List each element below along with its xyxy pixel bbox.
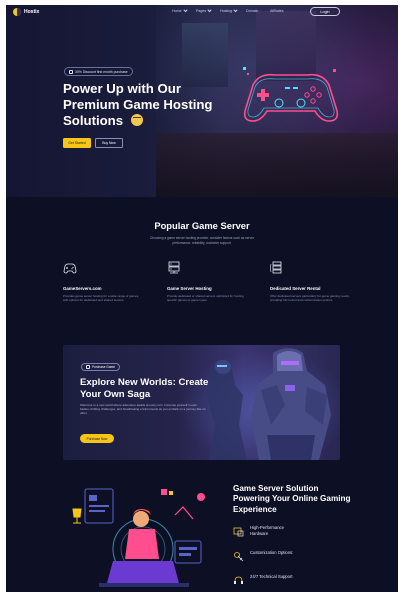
menu-item-label: Hosting <box>220 9 233 13</box>
hero-desk-decor <box>156 133 398 197</box>
feature-title: Dedicated Server Rental <box>270 286 321 291</box>
menu-item-home[interactable]: Home <box>172 7 196 13</box>
menu-item-pages[interactable]: Pages <box>196 7 220 13</box>
menu-item-affiliates[interactable]: Affiliates <box>270 9 296 13</box>
server-icon <box>168 261 180 274</box>
menu-item-domain[interactable]: Domain <box>246 9 270 13</box>
party-emoji-icon <box>131 114 143 126</box>
feature-card: Dedicated Server Rental Offer dedicated … <box>270 261 350 303</box>
discount-badge: 30% Discount first month purchase <box>64 67 133 76</box>
hardware-icon <box>233 527 244 537</box>
rack-icon <box>270 261 282 274</box>
feature-card: Game Server Hosting Provide dedicated or… <box>167 261 247 303</box>
solution-item-label: High-Performance Hardware <box>250 525 284 536</box>
banner-description: Welcome to a new world where adventure a… <box>80 403 206 416</box>
solution-item-label: 24/7 Technical Support <box>250 574 293 579</box>
hero-section: 30% Discount first month purchase Power … <box>6 5 398 197</box>
purchase-game-tag-text: Purchase Game <box>92 365 116 369</box>
gamepad-icon <box>63 263 77 274</box>
get-started-button[interactable]: Get Started <box>63 138 91 148</box>
menu-item-label: Affiliates <box>270 9 284 13</box>
neon-controller-icon <box>243 67 339 122</box>
solution-section-title: Game Server Solution Powering Your Onlin… <box>233 484 351 514</box>
feature-description: Provide dedicated or shared servers opti… <box>167 294 244 303</box>
solution-item-label: Customization Options: <box>250 550 294 555</box>
main-menu: Home Pages Hosting Domain Affiliates <box>172 7 296 13</box>
purchase-game-banner: Purchase Game Explore New Worlds: Create… <box>63 345 340 460</box>
solution-item: Customization Options: <box>233 550 302 562</box>
top-nav: Hostix Home Pages Hosting Domain Affilia… <box>6 5 398 19</box>
support-icon <box>234 576 243 584</box>
solution-item: 24/7 Technical Support <box>233 574 302 586</box>
login-button[interactable]: Login <box>310 7 340 16</box>
purchase-game-tag: Purchase Game <box>81 363 121 371</box>
feature-title: Game Server Hosting <box>167 286 212 291</box>
logo-icon <box>13 8 21 16</box>
banner-title: Explore New Worlds: Create Your Own Saga <box>80 377 209 400</box>
menu-item-label: Domain <box>246 9 259 13</box>
menu-item-hosting[interactable]: Hosting <box>220 7 246 13</box>
chevron-down-icon <box>207 7 212 12</box>
feature-card: GameServers.com Provides game server hos… <box>63 261 143 303</box>
hero-title: Power Up with Our Premium Game Hosting S… <box>63 81 213 128</box>
feature-title: GameServers.com <box>63 286 102 291</box>
solution-item: High-Performance Hardware <box>233 525 302 537</box>
feature-description: Provides game server hosting for a wide … <box>63 294 140 303</box>
page: 30% Discount first month purchase Power … <box>6 5 398 592</box>
discount-badge-text: 30% Discount first month purchase <box>75 69 128 74</box>
customize-icon <box>234 552 244 562</box>
tag-icon <box>69 69 73 74</box>
menu-item-label: Home <box>172 9 182 13</box>
buy-now-button[interactable]: Buy Now <box>95 138 123 148</box>
popular-section-title: Popular Game Server <box>154 220 250 231</box>
chevron-down-icon <box>233 7 238 12</box>
hero-window-decor <box>182 23 228 87</box>
popular-section-subtitle: Choosing a game server hosting provider,… <box>150 236 254 245</box>
menu-item-label: Pages <box>196 9 207 13</box>
gamer-illustration <box>72 488 205 587</box>
feature-description: Offer dedicated servers particularly for… <box>270 294 350 303</box>
chevron-down-icon <box>182 7 188 12</box>
cart-icon <box>86 365 90 369</box>
brand-name: Hostix <box>24 9 40 15</box>
purchase-now-button[interactable]: Purchase Now <box>80 434 114 443</box>
logo[interactable]: Hostix <box>13 8 39 16</box>
